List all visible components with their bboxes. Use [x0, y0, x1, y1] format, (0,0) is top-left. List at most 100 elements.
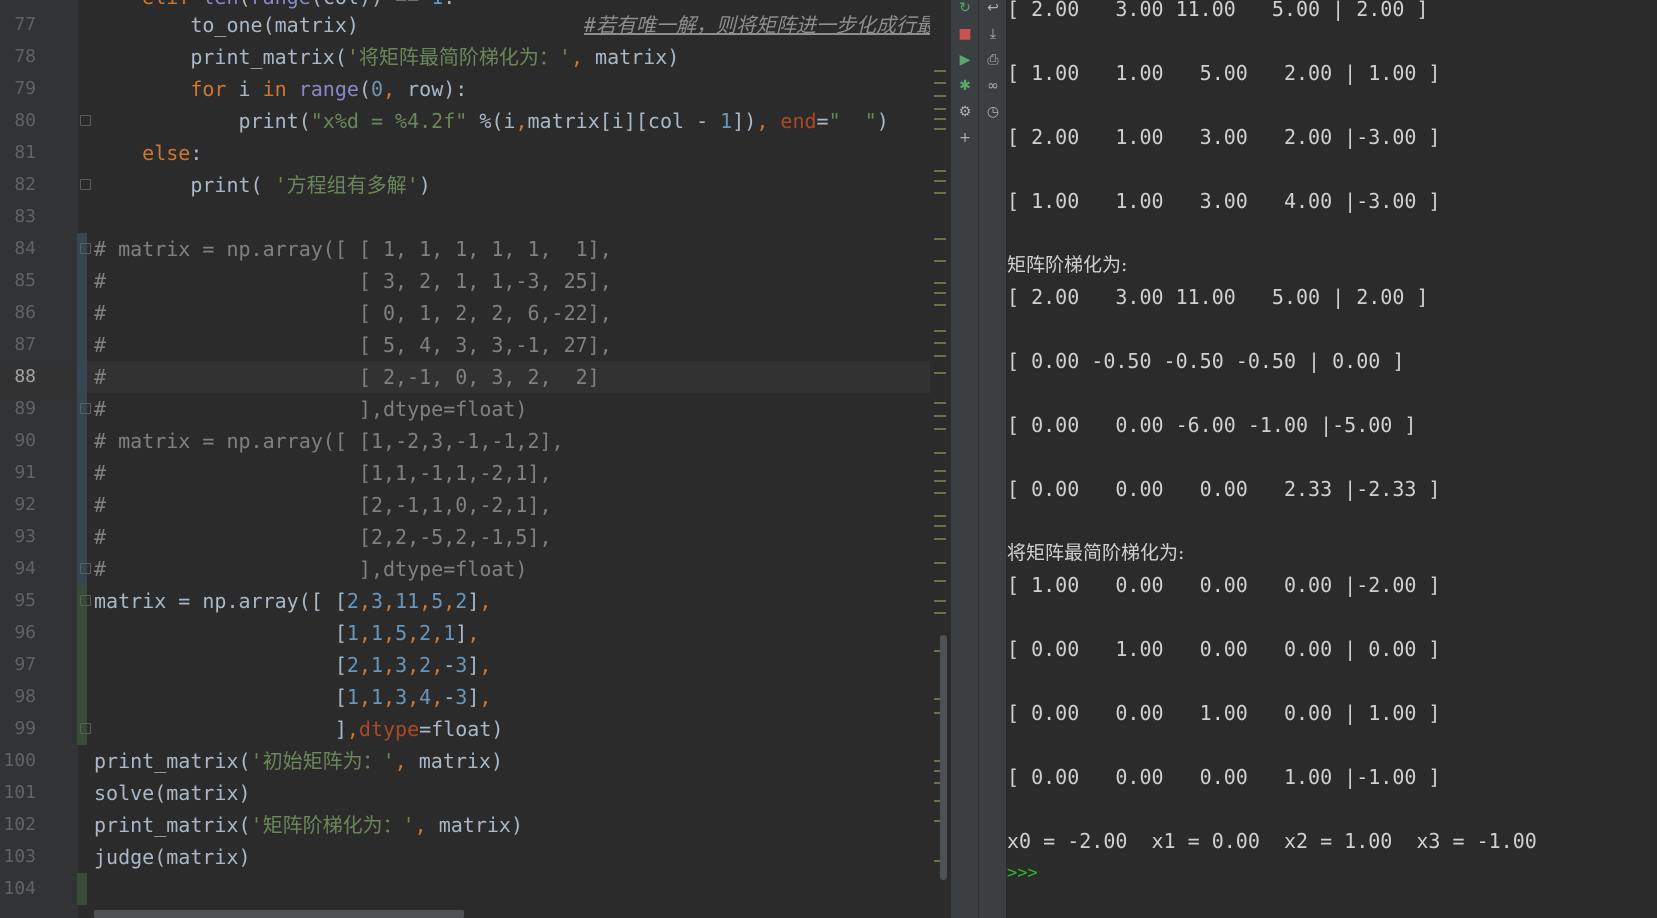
code-line[interactable]: 89 # ],dtype=float): [0, 393, 950, 425]
code-line[interactable]: 96 [1,1,5,2,1],: [0, 617, 950, 649]
code-line[interactable]: 92 # [2,-1,1,0,-2,1],: [0, 489, 950, 521]
vcs-added-marker[interactable]: [77, 649, 87, 681]
stripe-mark[interactable]: [934, 238, 946, 240]
line-number: 80: [14, 110, 36, 131]
stripe-mark[interactable]: [934, 515, 946, 517]
vcs-changed-marker[interactable]: [77, 265, 87, 297]
code-line[interactable]: 99 ],dtype=float): [0, 713, 950, 745]
show-variables-icon[interactable]: ∞: [983, 76, 1003, 96]
vcs-changed-marker[interactable]: [77, 457, 87, 489]
vcs-changed-marker[interactable]: [77, 425, 87, 457]
code-line[interactable]: 102 print_matrix('矩阵阶梯化为：', matrix): [0, 809, 950, 841]
stripe-mark[interactable]: [934, 128, 946, 130]
stripe-mark[interactable]: [934, 538, 946, 540]
fold-toggle-icon[interactable]: [80, 243, 91, 254]
stripe-mark[interactable]: [934, 402, 946, 404]
stripe-mark[interactable]: [934, 330, 946, 332]
code-line[interactable]: 100 print_matrix('初始矩阵为：', matrix): [0, 745, 950, 777]
code-line[interactable]: 86 # [ 0, 1, 2, 2, 6,-22],: [0, 297, 950, 329]
stripe-mark[interactable]: [934, 612, 946, 614]
fold-toggle-icon[interactable]: [80, 595, 91, 606]
code-line[interactable]: 82 print( '方程组有多解'): [0, 169, 950, 201]
stripe-mark[interactable]: [934, 95, 946, 97]
stripe-mark[interactable]: [934, 82, 946, 84]
stripe-mark[interactable]: [934, 282, 946, 284]
debug-icon[interactable]: ✱: [955, 76, 975, 96]
stripe-mark[interactable]: [934, 580, 946, 582]
settings-icon[interactable]: ⚙: [955, 102, 975, 122]
code-line[interactable]: 81 else:: [0, 137, 950, 169]
fold-toggle-icon[interactable]: [80, 563, 91, 574]
stripe-mark[interactable]: [934, 292, 946, 294]
code-line[interactable]: 83: [0, 201, 950, 233]
editor-vertical-scrollbar[interactable]: [940, 635, 947, 880]
stripe-mark[interactable]: [934, 304, 946, 306]
vcs-added-marker[interactable]: [77, 617, 87, 649]
stop-icon[interactable]: ■: [955, 24, 975, 44]
code-line[interactable]: 84 # matrix = np.array([ [ 1, 1, 1, 1, 1,…: [0, 233, 950, 265]
code-line[interactable]: 101 solve(matrix): [0, 777, 950, 809]
stripe-mark[interactable]: [934, 180, 946, 182]
code-line[interactable]: 97 [2,1,3,2,-3],: [0, 649, 950, 681]
code-line[interactable]: 90 # matrix = np.array([ [1,-2,3,-1,-1,2]…: [0, 425, 950, 457]
stripe-mark[interactable]: [934, 600, 946, 602]
python-console[interactable]: [ 2.00 3.00 11.00 5.00 | 2.00 ] [ 1.00 1.…: [1006, 0, 1657, 918]
soft-wrap-icon[interactable]: ↩: [983, 0, 1003, 18]
stripe-mark[interactable]: [934, 428, 946, 430]
stripe-mark[interactable]: [934, 342, 946, 344]
code-line[interactable]: 80 print("x%d = %4.2f" %(i,matrix[i][col…: [0, 105, 950, 137]
stripe-mark[interactable]: [934, 415, 946, 417]
stripe-mark[interactable]: [934, 170, 946, 172]
fold-toggle-icon[interactable]: [80, 723, 91, 734]
code-line[interactable]: 94 # ],dtype=float): [0, 553, 950, 585]
stripe-mark[interactable]: [934, 260, 946, 262]
stripe-mark[interactable]: [934, 108, 946, 110]
fold-toggle-icon[interactable]: [80, 115, 91, 126]
code-line[interactable]: 79 for i in range(0, row):: [0, 73, 950, 105]
stripe-mark[interactable]: [934, 480, 946, 482]
code-line[interactable]: 91 # [1,1,-1,1,-2,1],: [0, 457, 950, 489]
run-icon[interactable]: ▶: [955, 50, 975, 70]
stripe-mark[interactable]: [934, 372, 946, 374]
console-output-line: [ 0.00 1.00 0.00 0.00 | 0.00 ]: [1007, 637, 1441, 661]
code-line[interactable]: 103 judge(matrix): [0, 841, 950, 873]
vcs-added-marker[interactable]: [77, 681, 87, 713]
console-output-line: [ 2.00 1.00 3.00 2.00 |-3.00 ]: [1007, 125, 1441, 149]
editor-horizontal-scrollbar[interactable]: [94, 910, 464, 918]
stripe-mark[interactable]: [934, 525, 946, 527]
code-line[interactable]: 78 print_matrix('将矩阵最简阶梯化为：', matrix): [0, 41, 950, 73]
code-line[interactable]: 77 to_one(matrix) #若有唯一解，则将矩阵进一步化成行最简: [0, 9, 950, 41]
fold-toggle-icon[interactable]: [80, 403, 91, 414]
code-line[interactable]: 98 [1,1,3,4,-3],: [0, 681, 950, 713]
stripe-mark[interactable]: [934, 70, 946, 72]
code-line[interactable]: 104: [0, 873, 950, 905]
vcs-changed-marker[interactable]: [77, 361, 87, 393]
code-line[interactable]: 95 matrix = np.array([ [2,3,11,5,2],: [0, 585, 950, 617]
stripe-mark[interactable]: [934, 452, 946, 454]
code-line[interactable]: 93 # [2,2,-5,2,-1,5],: [0, 521, 950, 553]
code-line[interactable]: 87 # [ 5, 4, 3, 3,-1, 27],: [0, 329, 950, 361]
scroll-to-end-icon[interactable]: ⤓: [983, 24, 1003, 44]
vcs-changed-marker[interactable]: [77, 521, 87, 553]
rerun-icon[interactable]: ↻: [955, 0, 975, 18]
line-number: 103: [3, 846, 36, 867]
code-line[interactable]: 85 # [ 3, 2, 1, 1,-3, 25],: [0, 265, 950, 297]
vcs-added-marker[interactable]: [77, 873, 87, 905]
code-line[interactable]: 88 # [ 2,-1, 0, 3, 2, 2]: [0, 361, 950, 393]
code-editor[interactable]: elif len(range(col)) == 1:77 to_one(matr…: [0, 0, 950, 918]
add-icon[interactable]: +: [955, 128, 975, 148]
console-prompt[interactable]: >>>: [1007, 857, 1038, 889]
code-text: # [ 3, 2, 1, 1,-3, 25],: [94, 269, 612, 293]
stripe-mark[interactable]: [934, 470, 946, 472]
stripe-mark[interactable]: [934, 355, 946, 357]
vcs-changed-marker[interactable]: [77, 329, 87, 361]
stripe-mark[interactable]: [934, 118, 946, 120]
history-icon[interactable]: ◷: [983, 102, 1003, 122]
stripe-mark[interactable]: [934, 192, 946, 194]
stripe-mark[interactable]: [934, 492, 946, 494]
vcs-changed-marker[interactable]: [77, 297, 87, 329]
print-icon[interactable]: ⎙: [983, 50, 1003, 70]
stripe-mark[interactable]: [934, 562, 946, 564]
fold-toggle-icon[interactable]: [80, 179, 91, 190]
vcs-changed-marker[interactable]: [77, 489, 87, 521]
